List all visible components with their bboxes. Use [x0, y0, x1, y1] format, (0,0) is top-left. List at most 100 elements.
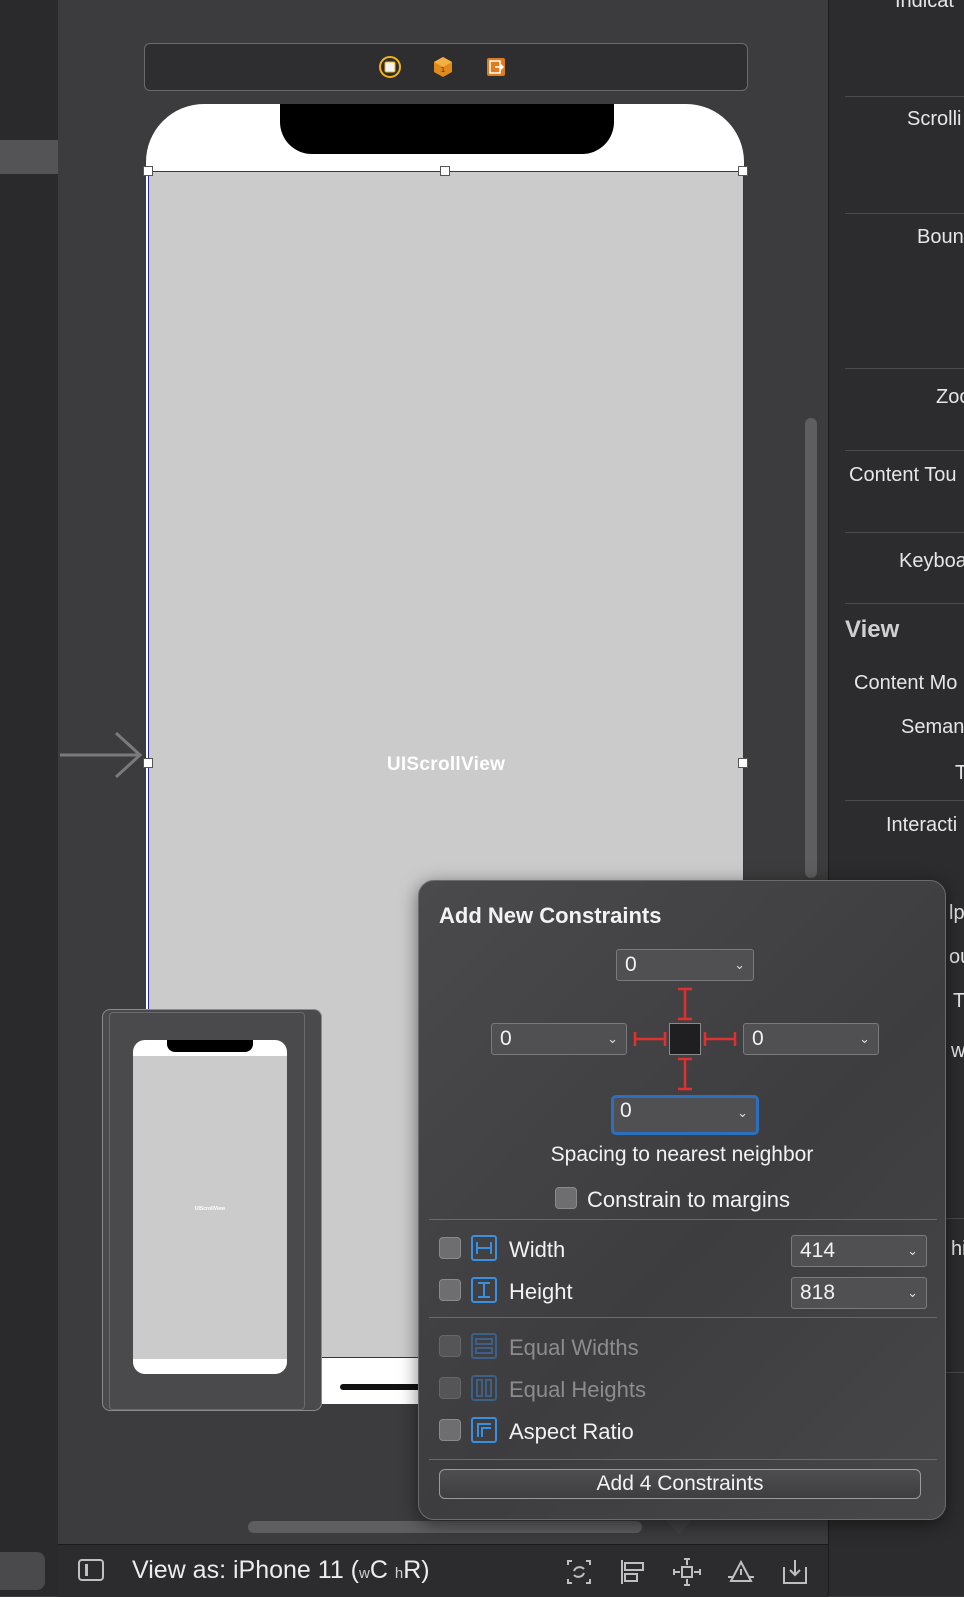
view-controller-icon[interactable]	[379, 56, 401, 78]
popover-divider	[429, 1219, 937, 1220]
height-label: Height	[509, 1279, 573, 1304]
equal-heights-icon	[471, 1375, 497, 1401]
height-value-field[interactable]: 818 ⌄	[791, 1277, 927, 1309]
canvas-minimap[interactable]: UIScrollView	[102, 1009, 322, 1411]
navigator-panel	[0, 0, 59, 1596]
scene-dock: 1	[144, 43, 748, 91]
equal-widths-icon	[471, 1333, 497, 1359]
chevron-down-icon: ⌄	[607, 1031, 618, 1046]
trailing-spacing-value: 0	[752, 1027, 764, 1050]
navigator-selected-row[interactable]	[0, 140, 58, 174]
top-constraint-ibeam-icon[interactable]	[675, 987, 695, 1021]
inspector-section-view: View	[845, 616, 900, 643]
resize-handle-top-left[interactable]	[143, 166, 153, 176]
inspector-label-scrolling: Scrolli	[907, 108, 962, 130]
spacing-label: Spacing to nearest neighbor	[550, 1143, 814, 1166]
trailing-spacing-field[interactable]: 0 ⌄	[743, 1023, 879, 1055]
add-constraints-icon[interactable]	[672, 1557, 702, 1587]
chevron-down-icon: ⌄	[907, 1243, 918, 1258]
inspector-label-drawing: wi	[951, 1040, 964, 1063]
inspector-separator	[845, 532, 964, 533]
inspector-separator	[845, 96, 964, 97]
chevron-down-icon: ⌄	[907, 1285, 918, 1300]
minimap-label: UIScrollView	[194, 1206, 226, 1212]
equal-heights-checkbox[interactable]	[439, 1377, 461, 1399]
inspector-label-keyboard: Keyboa	[899, 550, 964, 572]
document-outline-toggle-icon[interactable]	[78, 1559, 104, 1581]
first-responder-icon[interactable]: 1	[432, 56, 454, 78]
update-frames-icon[interactable]	[564, 1557, 594, 1587]
inspector-separator	[845, 213, 964, 214]
equal-heights-label: Equal Heights	[509, 1377, 646, 1402]
canvas-bottom-bar: View as: iPhone 11 (wC hR)	[58, 1544, 828, 1597]
top-spacing-field[interactable]: 0 ⌄	[616, 949, 754, 981]
vertical-scrollbar[interactable]	[805, 418, 817, 878]
constraint-target-view	[669, 1023, 701, 1055]
bottom-spacing-field[interactable]: 0 ⌄	[611, 1095, 759, 1135]
inspector-label-interaction: Interacti	[886, 814, 958, 836]
minimap-notch	[167, 1040, 253, 1052]
inspector-label-alpha: lp	[949, 902, 964, 924]
width-value-field[interactable]: 414 ⌄	[791, 1235, 927, 1267]
exit-icon[interactable]	[485, 56, 507, 78]
view-as-device-button[interactable]: View as: iPhone 11 (wC hR)	[132, 1556, 430, 1585]
svg-text:1: 1	[441, 66, 445, 74]
scroll-view-label: UIScrollView	[386, 754, 506, 775]
inspector-label-stretching: hi	[951, 1238, 964, 1260]
trailing-constraint-ibeam-icon[interactable]	[703, 1029, 737, 1049]
resize-handle-right[interactable]	[738, 758, 748, 768]
popover-divider	[429, 1459, 937, 1460]
popover-arrow	[664, 1518, 694, 1534]
add-constraints-popover: Add New Constraints 0 ⌄ 0 ⌄ 0 ⌄ 0 ⌄ Spac…	[418, 880, 946, 1520]
horizontal-scrollbar[interactable]	[248, 1521, 642, 1533]
inspector-label-content-mode: Content Mo	[854, 672, 958, 694]
navigator-filter-field[interactable]	[0, 1552, 45, 1590]
inspector-label-background: ou	[949, 946, 964, 968]
height-checkbox[interactable]	[439, 1279, 461, 1301]
size-class-w: w	[359, 1565, 370, 1582]
view-as-suffix: )	[421, 1556, 430, 1584]
resolve-auto-layout-icon[interactable]	[726, 1557, 756, 1587]
add-constraints-button[interactable]: Add 4 Constraints	[439, 1469, 921, 1499]
bottom-constraint-ibeam-icon[interactable]	[675, 1057, 695, 1091]
aspect-ratio-checkbox[interactable]	[439, 1419, 461, 1441]
inspector-separator	[845, 603, 964, 604]
aspect-ratio-label: Aspect Ratio	[509, 1419, 634, 1444]
minimap-scroll-view: UIScrollView	[133, 1056, 287, 1359]
chevron-down-icon: ⌄	[737, 1105, 748, 1120]
aspect-ratio-icon	[471, 1417, 497, 1443]
leading-constraint-ibeam-icon[interactable]	[633, 1029, 667, 1049]
equal-widths-checkbox[interactable]	[439, 1335, 461, 1357]
width-checkbox[interactable]	[439, 1237, 461, 1259]
equal-widths-label: Equal Widths	[509, 1335, 639, 1360]
inspector-separator	[845, 368, 964, 369]
size-class-h: h	[394, 1565, 404, 1582]
minimap-phone: UIScrollView	[133, 1040, 287, 1374]
inspector-label-indicators: Indicat	[895, 0, 954, 12]
leading-spacing-field[interactable]: 0 ⌄	[491, 1023, 627, 1055]
inspector-label-tint: T	[953, 990, 964, 1012]
height-constraint-icon	[471, 1277, 497, 1303]
size-class-h-value: R	[403, 1556, 422, 1584]
chevron-down-icon: ⌄	[734, 957, 745, 972]
constrain-to-margins-label: Constrain to margins	[587, 1187, 790, 1212]
height-value: 818	[800, 1281, 836, 1304]
resize-handle-top[interactable]	[440, 166, 450, 176]
width-constraint-icon	[471, 1235, 497, 1261]
popover-divider	[429, 1317, 937, 1318]
width-label: Width	[509, 1237, 566, 1262]
view-as-prefix: View as: iPhone 11 (	[132, 1556, 359, 1584]
home-indicator	[340, 1384, 422, 1390]
inspector-separator	[845, 800, 964, 801]
inspector-separator	[845, 450, 964, 451]
resize-handle-top-right[interactable]	[738, 166, 748, 176]
inspector-label-tag: T	[955, 762, 964, 785]
embed-in-icon[interactable]	[780, 1557, 810, 1587]
constrain-to-margins-checkbox[interactable]	[555, 1187, 577, 1209]
resize-handle-left[interactable]	[143, 758, 153, 768]
chevron-down-icon: ⌄	[859, 1031, 870, 1046]
bottom-spacing-value: 0	[620, 1099, 632, 1122]
phone-notch	[280, 104, 614, 154]
align-icon[interactable]	[618, 1557, 648, 1587]
leading-spacing-value: 0	[500, 1027, 512, 1050]
